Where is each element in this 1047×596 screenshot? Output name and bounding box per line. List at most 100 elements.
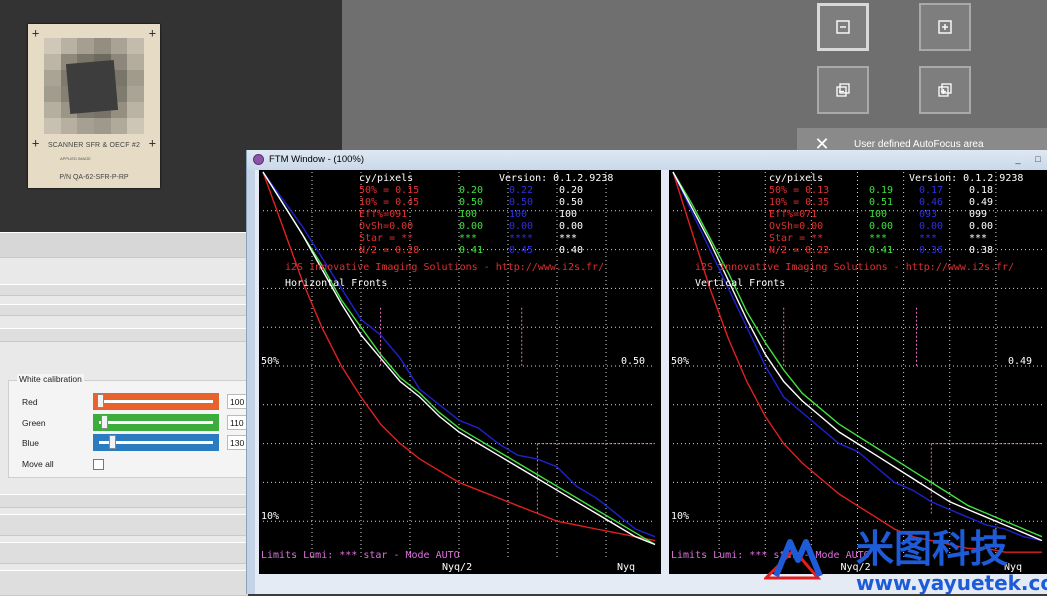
metric-white: 0.40 [559, 245, 583, 256]
maximize-button[interactable]: □ [1032, 153, 1044, 165]
red-slider-thumb[interactable] [97, 394, 104, 408]
green-slider-thumb[interactable] [101, 415, 109, 429]
metric-white: 0.49 [969, 197, 993, 208]
metric-white: 0.00 [969, 221, 993, 232]
pct50-label: 50% [671, 356, 689, 367]
red-slider[interactable] [93, 393, 219, 410]
metric-label: 50% = 0.13 [769, 185, 829, 196]
gray-patch [110, 118, 128, 134]
watermark-url: www.yayuetek.com [856, 571, 1047, 594]
metric-blue: **** [509, 233, 533, 244]
metric-green: 0.00 [869, 221, 893, 232]
metric-green: 0.51 [869, 197, 893, 208]
orientation-label: Horizontal Fronts [285, 278, 387, 289]
metric-label: OvSh=0.00 [769, 221, 823, 232]
app-icon [253, 154, 264, 165]
slanted-edge-square [65, 60, 119, 114]
move-all-label: Move all [22, 459, 54, 469]
gray-patch [44, 86, 61, 102]
metric-green: 0.20 [459, 185, 483, 196]
mtf-plot-vertical: cy/pixels Version: 0.1.2.9238 50% = 0.13 0.… [669, 170, 1047, 574]
metric-white: 0.18 [969, 185, 993, 196]
gray-patch [127, 118, 144, 134]
metric-green: 0.41 [869, 245, 893, 256]
registration-mark: + [32, 26, 40, 40]
metric-blue: 0.36 [919, 245, 943, 256]
gray-patch [110, 38, 128, 54]
green-slider[interactable] [93, 414, 219, 431]
white-calibration-group: White calibration Red 100 Green 110 Blue… [8, 374, 250, 478]
metric-blue: 0.17 [919, 185, 943, 196]
blue-slider-thumb[interactable] [109, 435, 117, 449]
zoom-out-button[interactable] [817, 3, 869, 51]
settings-panel: White calibration Red 100 Green 110 Blue… [0, 232, 250, 596]
metric-green: 0.19 [869, 185, 893, 196]
metric-label: Eff%=091 [359, 209, 407, 220]
metric-label: Star = ** [359, 233, 413, 244]
watermark-logo: 米图科技 www.yayuetek.com [764, 527, 1047, 594]
metric-blue: 0.00 [509, 221, 533, 232]
panel-section-strip [0, 328, 248, 342]
metric-green: 0.41 [459, 245, 483, 256]
metric-green: 100 [869, 209, 887, 220]
gray-patch [44, 102, 61, 118]
metric-white: 100 [559, 209, 577, 220]
company-label: i2S Innovative Imaging Solutions - http:… [695, 262, 1014, 273]
gray-patch [44, 54, 61, 70]
full-view-button[interactable] [919, 66, 971, 114]
blue-slider[interactable] [93, 434, 219, 451]
gray-patch [77, 38, 94, 54]
mtf-chart-svg: cy/pixels Version: 0.1.2.9238 50% = 0.15 0.… [261, 171, 656, 573]
right50-label: 0.50 [621, 356, 645, 367]
nyq-label: Nyq [617, 562, 635, 573]
fit-view-button[interactable] [817, 66, 869, 114]
metric-blue: 0.00 [919, 221, 943, 232]
panel-section-strip [0, 494, 248, 508]
registration-mark: + [148, 26, 156, 40]
panel-header-strip [0, 232, 248, 258]
metric-green: *** [869, 233, 887, 244]
autofocus-label: User defined AutoFocus area [854, 139, 984, 150]
gray-patch [127, 86, 144, 102]
pct50-label: 50% [261, 356, 279, 367]
right50-label: 0.49 [1008, 356, 1032, 367]
gray-patch [60, 38, 78, 54]
white-calibration-title: White calibration [17, 374, 84, 384]
pct10-label: 10% [671, 511, 689, 522]
pct10-label: 10% [261, 511, 279, 522]
panel-section-strip [0, 514, 248, 536]
move-all-checkbox[interactable] [93, 459, 104, 470]
green-label: Green [22, 418, 46, 428]
limit-marker [380, 307, 655, 514]
ftm-window-title: FTM Window - (100%) [269, 154, 365, 165]
zoom-out-icon [836, 20, 850, 34]
panel-section-strip [0, 542, 248, 564]
metric-green: 0.00 [459, 221, 483, 232]
slider-line [99, 421, 213, 424]
target-part-number: P/N QA-62-SFR-P-RP [59, 174, 129, 181]
metric-blue: 0.45 [509, 245, 533, 256]
metric-blue: 0.22 [509, 185, 533, 196]
metric-blue: 0.50 [509, 197, 533, 208]
metric-blue: 0.46 [919, 197, 943, 208]
orientation-label: Vertical Fronts [695, 278, 785, 289]
zoom-in-button[interactable] [919, 3, 971, 51]
panel-section-strip [0, 304, 248, 316]
metric-white: 0.00 [559, 221, 583, 232]
metric-blue: *** [919, 233, 937, 244]
metric-green: 0.50 [459, 197, 483, 208]
metric-label: N/2 = 0.22 [769, 245, 829, 256]
gray-patch [60, 118, 78, 134]
minimize-button[interactable]: _ [1012, 153, 1024, 165]
panel-section-strip [0, 570, 248, 596]
metric-white: 0.50 [559, 197, 583, 208]
metric-label: 50% = 0.15 [359, 185, 419, 196]
ftm-titlebar[interactable]: FTM Window - (100%) _ □ [247, 150, 1047, 170]
company-label: i2S Innovative Imaging Solutions - http:… [285, 262, 604, 273]
zoom-in-icon [938, 20, 952, 34]
metric-label: Eff%=071 [769, 209, 817, 220]
gray-patch [44, 38, 61, 54]
sfr-target-card: + + + + SCANNER SFR & OECF #2 APPLIED IM… [28, 24, 160, 188]
header-label: cy/pixels [769, 173, 823, 184]
full-view-icon [938, 83, 952, 97]
